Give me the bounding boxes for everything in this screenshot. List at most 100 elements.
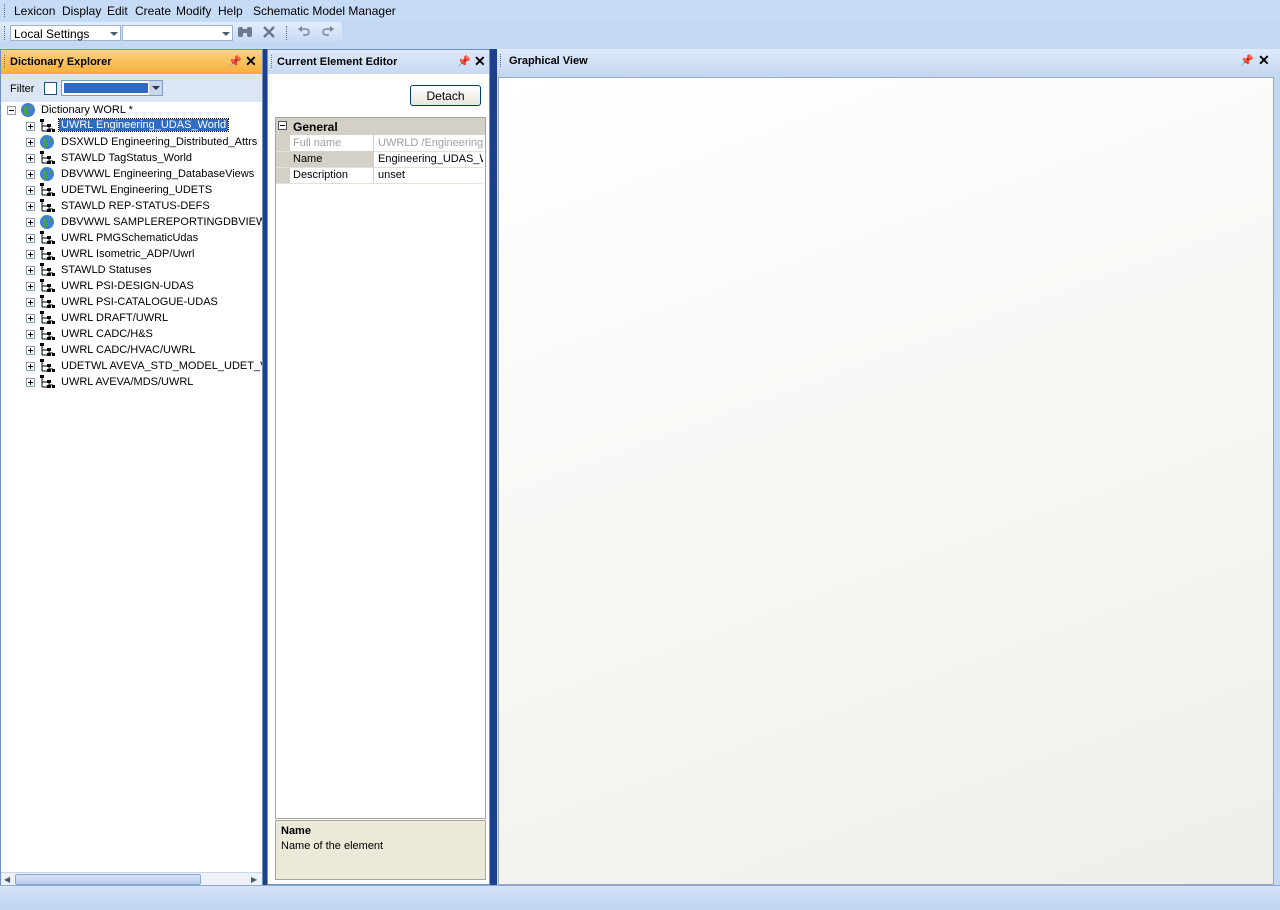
tree-item[interactable]: STAWLD Statuses (1, 262, 262, 278)
expand-icon[interactable] (26, 186, 35, 195)
pane-grip[interactable] (4, 55, 8, 68)
filter-combo[interactable] (61, 80, 163, 96)
tree-item[interactable]: UWRL CADC/HVAC/UWRL (1, 342, 262, 358)
scrollbar-thumb[interactable] (15, 874, 201, 885)
filter-bar: Filter (1, 74, 262, 102)
tree-item[interactable]: DSXWLD Engineering_Distributed_Attrs (1, 134, 262, 150)
tree-icon (40, 183, 55, 196)
expand-icon[interactable] (26, 314, 35, 323)
settings-combo[interactable]: Local Settings (10, 25, 121, 41)
filter-dropdown-button[interactable] (149, 81, 162, 95)
property-row-full-name[interactable]: Full name UWRLD /Engineering (276, 135, 483, 152)
property-value[interactable]: unset (375, 167, 483, 183)
expand-icon[interactable] (26, 234, 35, 243)
undo-button[interactable] (295, 25, 313, 42)
menu-display[interactable]: Display (62, 4, 101, 18)
tree-root[interactable]: Dictionary WORL * (1, 102, 262, 118)
find-button[interactable] (236, 25, 254, 42)
redo-button[interactable] (319, 25, 337, 42)
tree-item-label: UWRL PSI-CATALOGUE-UDAS (61, 296, 218, 308)
expand-icon[interactable] (26, 154, 35, 163)
expand-icon[interactable] (26, 250, 35, 259)
tree-icon (40, 247, 55, 260)
expand-icon[interactable] (26, 362, 35, 371)
tree-item-label: STAWLD Statuses (61, 264, 152, 276)
close-icon[interactable]: ✕ (245, 53, 257, 70)
expand-icon[interactable] (26, 122, 35, 131)
pane-grip[interactable] (500, 54, 504, 67)
collapse-icon[interactable] (7, 106, 16, 115)
expand-icon[interactable] (26, 298, 35, 307)
expand-icon[interactable] (26, 378, 35, 387)
close-icon[interactable]: ✕ (1258, 52, 1270, 69)
property-key: Full name (290, 135, 374, 151)
pin-icon[interactable]: 📌 (228, 55, 242, 68)
expand-icon[interactable] (26, 202, 35, 211)
chevron-down-icon (222, 32, 230, 36)
tree-icon (40, 295, 55, 308)
property-value[interactable]: Engineering_UDAS_W (375, 151, 483, 167)
property-row-description[interactable]: Description unset (276, 167, 483, 184)
menu-grip[interactable] (4, 4, 8, 17)
pane-grip[interactable] (271, 55, 275, 68)
pin-icon[interactable]: 📌 (457, 55, 471, 68)
scroll-right-icon[interactable]: ▶ (251, 875, 257, 884)
tree-icon (40, 119, 55, 132)
undo-icon (298, 26, 310, 36)
expand-icon[interactable] (26, 218, 35, 227)
detach-button[interactable]: Detach (410, 85, 481, 106)
tree-item[interactable]: UWRL PSI-DESIGN-UDAS (1, 278, 262, 294)
property-row-name[interactable]: Name Engineering_UDAS_W (276, 151, 483, 168)
menu-create[interactable]: Create (135, 4, 171, 18)
tree-item[interactable]: UWRL Isometric_ADP/Uwrl (1, 246, 262, 262)
tree-root-label: Dictionary WORL * (41, 104, 133, 116)
expand-icon[interactable] (26, 282, 35, 291)
menu-schematic-model-manager[interactable]: Schematic Model Manager (253, 4, 396, 18)
horizontal-scrollbar[interactable]: ◀ ▶ (1, 872, 262, 885)
tree-item[interactable]: UWRL AVEVA/MDS/UWRL (1, 374, 262, 390)
tree-item-label: UDETWL AVEVA_STD_MODEL_UDET_V (61, 360, 262, 372)
globe-icon (40, 167, 54, 181)
tree-item[interactable]: STAWLD REP-STATUS-DEFS (1, 198, 262, 214)
filter-checkbox[interactable] (44, 82, 57, 95)
close-icon[interactable]: ✕ (474, 53, 486, 70)
expand-icon[interactable] (26, 266, 35, 275)
tree-item-label: DBVWWL Engineering_DatabaseViews (61, 168, 255, 180)
tree-item-label: UWRL PMGSchematicUdas (61, 232, 199, 244)
menu-help[interactable]: Help (218, 4, 243, 18)
pin-icon[interactable]: 📌 (1240, 54, 1254, 67)
expand-icon[interactable] (26, 138, 35, 147)
graphical-view-pane: Graphical View 📌 ✕ (497, 49, 1280, 885)
current-element-editor-pane: Current Element Editor 📌 ✕ Detach Genera… (267, 49, 490, 885)
tree-item[interactable]: UWRL PMGSchematicUdas (1, 230, 262, 246)
tree-item[interactable]: UWRL CADC/H&S (1, 326, 262, 342)
pane-splitter[interactable] (490, 49, 497, 885)
menu-lexicon[interactable]: Lexicon (14, 4, 55, 18)
tree-item[interactable]: UDETWL Engineering_UDETS (1, 182, 262, 198)
collapse-icon[interactable] (278, 121, 287, 130)
tree-item[interactable]: DBVWWL SAMPLEREPORTINGDBVIEW (1, 214, 262, 230)
menu-modify[interactable]: Modify (176, 4, 211, 18)
property-key: Description (290, 167, 374, 183)
tree-item[interactable]: DBVWWL Engineering_DatabaseViews (1, 166, 262, 182)
tree-icon (40, 263, 55, 276)
expand-icon[interactable] (26, 330, 35, 339)
filter-combo-selection (64, 83, 148, 93)
expand-icon[interactable] (26, 170, 35, 179)
tree-item[interactable]: UDETWL AVEVA_STD_MODEL_UDET_V (1, 358, 262, 374)
tree-icon (40, 327, 55, 340)
scroll-left-icon[interactable]: ◀ (4, 875, 10, 884)
search-combo[interactable] (122, 25, 233, 41)
tree-item[interactable]: UWRL DRAFT/UWRL (1, 310, 262, 326)
tree-item[interactable]: UWRL PSI-CATALOGUE-UDAS (1, 294, 262, 310)
toolbar-grip[interactable] (4, 26, 8, 40)
category-general[interactable]: General (276, 118, 485, 135)
menu-edit[interactable]: Edit (107, 4, 128, 18)
delete-button[interactable] (260, 25, 278, 42)
graphical-canvas[interactable] (498, 77, 1274, 885)
expand-icon[interactable] (26, 346, 35, 355)
chevron-down-icon (152, 86, 160, 90)
help-text: Name of the element (281, 840, 384, 852)
tree-item[interactable]: UWRL Engineering_UDAS_World (1, 118, 262, 134)
tree-item[interactable]: STAWLD TagStatus_World (1, 150, 262, 166)
